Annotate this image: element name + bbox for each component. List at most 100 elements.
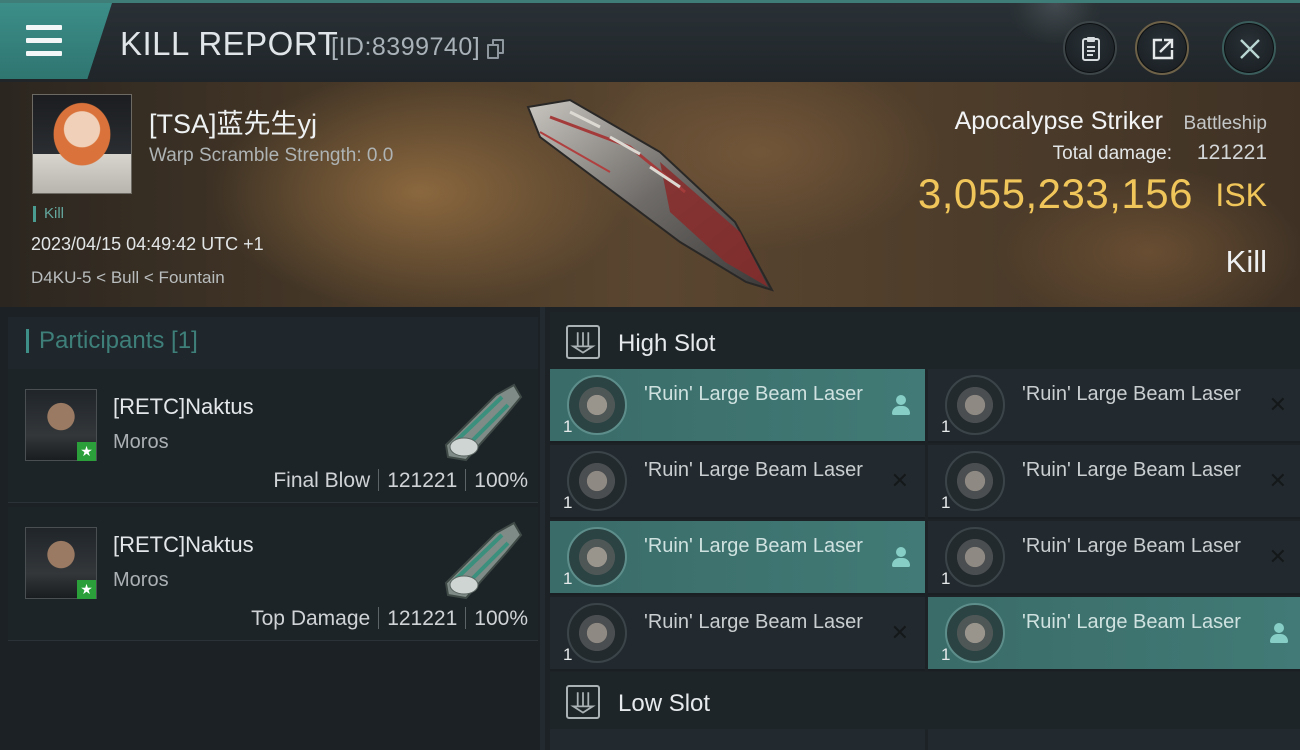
- title-bar: KILL REPORT [ID:8399740]: [0, 0, 1300, 82]
- victim-ship-name[interactable]: Apocalypse Striker: [955, 107, 1163, 136]
- participant-stats: Final Blow 121221 100%: [273, 469, 528, 493]
- copy-icon-page: [487, 44, 499, 59]
- divider: [465, 469, 467, 491]
- module-name: 'Ruin' Large Beam Laser: [644, 535, 863, 557]
- close-button[interactable]: [1222, 21, 1276, 75]
- module-quantity: 1: [941, 569, 951, 588]
- hamburger-icon-line: [26, 38, 62, 43]
- participants-header: Participants [1]: [8, 317, 538, 369]
- module-item[interactable]: 1 'Ruin' Large Beam Laser ✕: [550, 445, 925, 519]
- beam-laser-icon: [945, 375, 1005, 435]
- participant-ship: Moros: [113, 569, 169, 591]
- participant-stats: Top Damage 121221 100%: [251, 607, 528, 631]
- participant-ship: Moros: [113, 431, 169, 453]
- low-slot-module[interactable]: [928, 729, 1300, 750]
- isk-value: 3,055,233,156: [917, 170, 1193, 217]
- destroyed-icon: ✕: [890, 620, 909, 645]
- copy-icon[interactable]: [487, 39, 505, 59]
- module-quantity: 1: [563, 645, 573, 664]
- high-slot-icon: [566, 325, 600, 359]
- high-slot-header: High Slot: [550, 312, 1300, 370]
- hamburger-icon-line: [26, 51, 62, 56]
- beam-laser-icon: [567, 603, 627, 663]
- module-quantity: 1: [563, 417, 573, 436]
- module-name: 'Ruin' Large Beam Laser: [1022, 611, 1241, 633]
- kill-location[interactable]: D4KU-5 < Bull < Fountain: [31, 268, 225, 288]
- module-quantity: 1: [941, 493, 951, 512]
- low-slot-icon: [566, 685, 600, 719]
- beam-laser-icon: [567, 375, 627, 435]
- victim-banner: [TSA]蓝先生yj Warp Scramble Strength: 0.0 K…: [0, 82, 1300, 307]
- total-damage-value: 121221: [1196, 141, 1267, 164]
- divider: [465, 607, 467, 629]
- module-quantity: 1: [563, 569, 573, 588]
- module-name: 'Ruin' Large Beam Laser: [644, 611, 863, 633]
- victim-ship-image[interactable]: [510, 92, 790, 302]
- clipboard-button[interactable]: [1063, 21, 1117, 75]
- module-item[interactable]: 1 'Ruin' Large Beam Laser: [550, 369, 925, 443]
- isk-unit: ISK: [1215, 177, 1267, 213]
- participant-ship-image[interactable]: [436, 513, 528, 605]
- participant-damage: 121221: [387, 469, 458, 492]
- pilot-icon: [891, 395, 911, 417]
- participant-row[interactable]: ★ [RETC]Naktus Moros Top Damage 121221 100…: [8, 507, 538, 641]
- star-icon: ★: [77, 442, 96, 461]
- module-name: 'Ruin' Large Beam Laser: [1022, 383, 1241, 405]
- divider: [378, 469, 380, 491]
- beam-laser-icon: [567, 527, 627, 587]
- module-item[interactable]: 1 'Ruin' Large Beam Laser ✕: [928, 369, 1300, 443]
- divider: [378, 607, 380, 629]
- module-item[interactable]: 1 'Ruin' Large Beam Laser ✕: [928, 445, 1300, 519]
- module-item[interactable]: 1 'Ruin' Large Beam Laser ✕: [928, 521, 1300, 595]
- kill-tag: Kill: [33, 206, 64, 222]
- fitting-panel: High Slot 1 'Ruin' Large Beam Laser 1 'Ruin…: [540, 307, 1300, 750]
- participants-panel: Participants [1] ★ [RETC]Naktus Moros Fi…: [0, 307, 540, 750]
- beam-laser-icon: [945, 451, 1005, 511]
- beam-laser-icon: [945, 603, 1005, 663]
- pilot-icon: [891, 547, 911, 569]
- module-quantity: 1: [941, 417, 951, 436]
- report-id: [ID:8399740]: [331, 33, 481, 61]
- module-name: 'Ruin' Large Beam Laser: [1022, 535, 1241, 557]
- victim-name[interactable]: [TSA]蓝先生yj: [149, 102, 317, 141]
- page-title: KILL REPORT: [120, 25, 339, 62]
- kill-timestamp: 2023/04/15 04:49:42 UTC +1: [31, 234, 264, 254]
- participant-row[interactable]: ★ [RETC]Naktus Moros Final Blow 121221 100…: [8, 369, 538, 503]
- close-icon: [1240, 39, 1260, 59]
- module-item[interactable]: 1 'Ruin' Large Beam Laser ✕: [550, 597, 925, 671]
- participant-name: [RETC]Naktus: [113, 394, 254, 419]
- victim-avatar[interactable]: [32, 94, 132, 194]
- destroyed-icon: ✕: [1268, 468, 1287, 493]
- low-slot-module[interactable]: [550, 729, 925, 750]
- star-icon: ★: [77, 580, 96, 599]
- module-item[interactable]: 1 'Ruin' Large Beam Laser: [928, 597, 1300, 671]
- module-name: 'Ruin' Large Beam Laser: [644, 459, 863, 481]
- participants-header-label: Participants [1]: [26, 329, 198, 353]
- pilot-icon: [1269, 623, 1289, 645]
- destroyed-icon: ✕: [1268, 544, 1287, 569]
- low-slot-label: Low Slot: [618, 690, 711, 717]
- module-quantity: 1: [563, 493, 573, 512]
- participant-role: Final Blow: [273, 469, 371, 492]
- hamburger-icon: [26, 25, 62, 30]
- module-item[interactable]: 1 'Ruin' Large Beam Laser: [550, 521, 925, 595]
- share-icon: [1152, 38, 1174, 60]
- kill-result-label: Kill: [1225, 244, 1267, 279]
- participant-name: [RETC]Naktus: [113, 532, 254, 557]
- clipboard-icon: [1082, 37, 1100, 61]
- participant-percent: 100%: [474, 469, 528, 492]
- module-name: 'Ruin' Large Beam Laser: [644, 383, 863, 405]
- destroyed-icon: ✕: [890, 468, 909, 493]
- participant-ship-image[interactable]: [436, 375, 528, 467]
- victim-ship-class: Battleship: [1183, 113, 1267, 134]
- total-damage-label: Total damage:: [1052, 143, 1172, 164]
- participant-role: Top Damage: [251, 607, 371, 630]
- destroyed-icon: ✕: [1268, 392, 1287, 417]
- share-button[interactable]: [1135, 21, 1189, 75]
- participant-percent: 100%: [474, 607, 528, 630]
- module-quantity: 1: [941, 645, 951, 664]
- warp-scramble-strength: Warp Scramble Strength: 0.0: [149, 145, 394, 166]
- low-slot-header: Low Slot: [550, 672, 1300, 730]
- high-slot-label: High Slot: [618, 330, 716, 357]
- menu-button[interactable]: [0, 3, 112, 79]
